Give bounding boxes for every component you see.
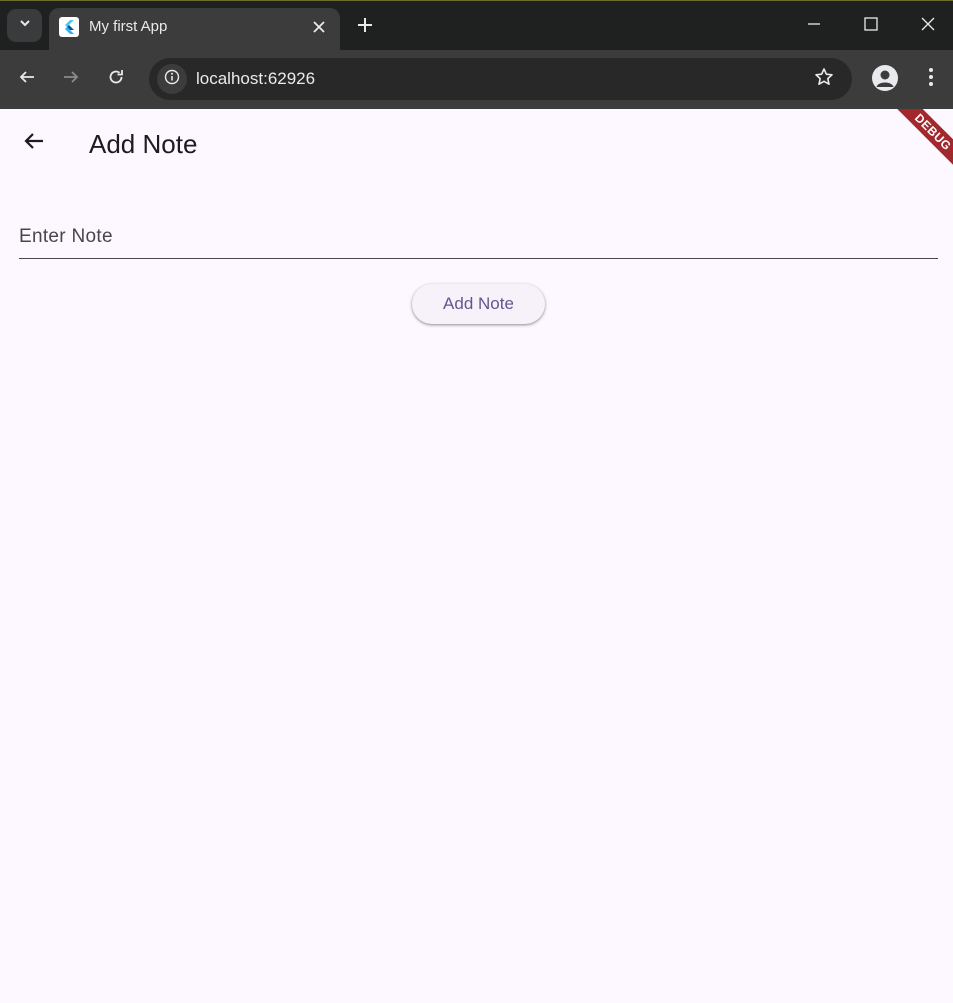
url-text: localhost:62926: [196, 69, 316, 88]
note-field[interactable]: [19, 205, 938, 259]
close-window-icon: [920, 16, 936, 37]
page-title: Add Note: [89, 129, 198, 159]
browser-toolbar: localhost:62926: [0, 50, 953, 109]
browser-menu-button[interactable]: [918, 64, 944, 94]
note-input[interactable]: [19, 205, 938, 258]
profile-button[interactable]: [872, 65, 898, 91]
chevron-down-icon: [18, 16, 32, 35]
close-window-button[interactable]: [913, 11, 943, 41]
add-note-button[interactable]: Add Note: [412, 284, 545, 324]
tab-title: My first App: [89, 18, 168, 35]
site-info-button[interactable]: [157, 64, 187, 94]
star-icon: [814, 67, 834, 92]
kebab-menu-icon: [928, 67, 934, 92]
tab-active[interactable]: My first App: [49, 8, 340, 51]
app-back-button[interactable]: [14, 123, 54, 163]
browser-window: My first App localhost:62926 Add Note En…: [0, 0, 953, 1003]
flutter-logo-icon: [59, 17, 79, 37]
arrow-left-icon: [22, 129, 46, 158]
address-bar[interactable]: localhost:62926: [149, 58, 852, 100]
maximize-icon: [863, 16, 879, 37]
bookmark-button[interactable]: [809, 64, 839, 94]
tab-strip: My first App: [0, 0, 953, 51]
tab-search-button[interactable]: [7, 9, 42, 42]
minimize-icon: [806, 16, 822, 37]
minimize-button[interactable]: [799, 11, 829, 41]
new-tab-button[interactable]: [352, 14, 378, 40]
plus-icon: [357, 17, 373, 38]
info-icon: [164, 69, 180, 90]
close-icon[interactable]: [309, 17, 329, 37]
arrow-left-icon: [18, 68, 36, 91]
maximize-button[interactable]: [856, 11, 886, 41]
app-page: Add Note Add Note DEBUG: [0, 109, 953, 1003]
forward-button[interactable]: [56, 64, 86, 94]
person-icon: [872, 70, 898, 91]
arrow-right-icon: [62, 68, 80, 91]
reload-button[interactable]: [101, 64, 131, 94]
back-button[interactable]: [12, 64, 42, 94]
reload-icon: [107, 68, 125, 91]
debug-banner: DEBUG: [880, 109, 953, 185]
